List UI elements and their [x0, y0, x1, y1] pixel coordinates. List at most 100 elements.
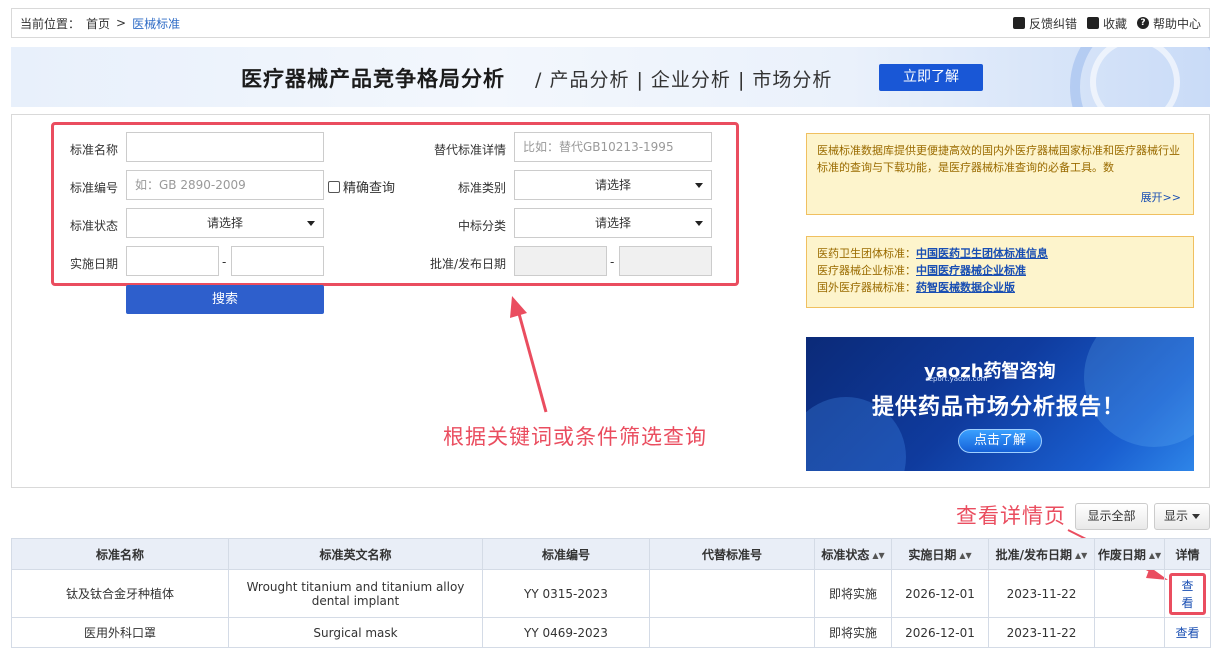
banner-subtitle: / 产品分析 | 企业分析 | 市场分析: [535, 69, 833, 91]
cell-detail: 查看: [1164, 617, 1211, 648]
cell-impl-date: 2026-12-01: [891, 617, 989, 648]
ad-brand-sub: report.yaozh.com: [926, 375, 988, 383]
feedback-label: 反馈纠错: [1028, 16, 1077, 31]
impl-date-label: 实施日期: [69, 257, 118, 271]
search-button[interactable]: 搜索: [126, 285, 324, 314]
view-detail-link[interactable]: 查看: [1175, 626, 1199, 640]
info-box: 医械标准数据库提供更便捷高效的国内外医疗器械国家标准和医疗器械行业标准的查询与下…: [806, 133, 1194, 215]
chevron-down-icon: [695, 183, 703, 188]
search-annotation: 根据关键词或条件筛选查询: [443, 425, 707, 449]
exact-query-checkbox[interactable]: 精确查询: [328, 177, 395, 196]
cell-approve-date: 2023-11-22: [988, 569, 1095, 618]
sort-icon[interactable]: ▲▼: [1149, 551, 1161, 560]
breadcrumb-home-link[interactable]: 首页: [86, 15, 110, 32]
help-center-button[interactable]: ? 帮助中心: [1136, 15, 1201, 32]
approve-date-start-input[interactable]: [514, 246, 607, 276]
category-select[interactable]: 请选择: [514, 208, 712, 238]
favorite-button[interactable]: 收藏: [1086, 15, 1127, 32]
std-no-label: 标准编号: [69, 181, 118, 195]
show-all-button[interactable]: 显示全部: [1075, 503, 1148, 530]
cell-en-name: Surgical mask: [228, 617, 483, 648]
status-header-label: 标准状态: [821, 547, 870, 562]
table-header-row: 标准名称 标准英文名称 标准编号 代替标准号 标准状态 ▲▼ 实施日期 ▲▼ 批准/…: [11, 538, 1211, 570]
std-type-select[interactable]: 请选择: [514, 170, 712, 200]
exact-query-label: 精确查询: [343, 181, 396, 196]
view-detail-link[interactable]: 查看: [1169, 572, 1206, 615]
col-header-detail: 详情: [1164, 538, 1211, 570]
display-dropdown-button[interactable]: 显示: [1154, 503, 1210, 530]
sort-icon[interactable]: ▲▼: [959, 551, 971, 560]
impl-date-start-input[interactable]: [126, 246, 219, 276]
cell-status: 即将实施: [814, 617, 892, 648]
std-name-label: 标准名称: [69, 143, 118, 157]
col-header-approve-date[interactable]: 批准/发布日期 ▲▼: [988, 538, 1095, 570]
approve-date-dash: -: [610, 255, 615, 269]
display-label: 显示: [1163, 509, 1188, 523]
standards-table: 标准名称 标准英文名称 标准编号 代替标准号 标准状态 ▲▼ 实施日期 ▲▼ 批准/…: [11, 538, 1211, 648]
help-label: 帮助中心: [1152, 16, 1201, 31]
chevron-down-icon: [1192, 514, 1200, 519]
std-name-input[interactable]: [126, 132, 324, 162]
ad-banner[interactable]: yaozh药智咨询 report.yaozh.com 提供药品市场分析报告！ 点…: [806, 337, 1194, 471]
cell-std-no: YY 0469-2023: [482, 617, 650, 648]
col-header-replace: 代替标准号: [649, 538, 815, 570]
ad-cta-button[interactable]: 点击了解: [958, 429, 1042, 453]
approve-date-end-input[interactable]: [619, 246, 712, 276]
expand-link[interactable]: 展开>>: [1141, 189, 1181, 206]
promo-banner[interactable]: 医疗器械产品竞争格局分析 / 产品分析 | 企业分析 | 市场分析 立即了解: [11, 47, 1210, 107]
related-link-3[interactable]: 药智医械数据企业版: [916, 281, 1015, 294]
std-status-value: 请选择: [206, 216, 243, 230]
category-value: 请选择: [594, 216, 631, 230]
detail-annotation: 查看详情页: [956, 504, 1066, 528]
std-status-select[interactable]: 请选择: [126, 208, 324, 238]
breadcrumb-current[interactable]: 医械标准: [132, 15, 180, 32]
help-icon: ?: [1136, 17, 1149, 29]
chevron-down-icon: [695, 221, 703, 226]
std-status-label: 标准状态: [69, 219, 118, 233]
top-bar: 当前位置： 首页 > 医械标准 反馈纠错 收藏 ? 帮助中心: [11, 8, 1210, 38]
replace-std-label: 替代标准详情: [433, 143, 506, 157]
breadcrumb: 当前位置： 首页 > 医械标准: [20, 15, 180, 32]
related-label-1: 医药卫生团体标准：: [817, 247, 916, 260]
breadcrumb-prefix: 当前位置：: [20, 16, 81, 31]
table-row: 医用外科口罩 Surgical mask YY 0469-2023 即将实施 2…: [11, 617, 1211, 648]
cell-impl-date: 2026-12-01: [891, 569, 989, 618]
cell-approve-date: 2023-11-22: [988, 617, 1095, 648]
feedback-button[interactable]: 反馈纠错: [1012, 15, 1077, 32]
ad-headline: 提供药品市场分析报告！: [872, 395, 1126, 420]
banner-decoration-inner: [1090, 47, 1180, 107]
banner-title: 医疗器械产品竞争格局分析: [241, 67, 505, 91]
edit-icon: [1012, 17, 1025, 29]
sort-icon[interactable]: ▲▼: [1075, 551, 1087, 560]
replace-std-input[interactable]: 比如：替代GB10213-1995: [514, 132, 712, 162]
breadcrumb-separator: >: [116, 16, 127, 30]
impl-date-dash: -: [222, 255, 227, 269]
checkbox-box[interactable]: [328, 180, 340, 193]
col-header-void-date[interactable]: 作废日期 ▲▼: [1094, 538, 1165, 570]
std-type-value: 请选择: [594, 178, 631, 192]
col-header-impl-date[interactable]: 实施日期 ▲▼: [891, 538, 989, 570]
cell-std-no: YY 0315-2023: [482, 569, 650, 618]
cell-en-name: Wrought titanium and titanium alloy dent…: [228, 569, 483, 618]
sort-icon[interactable]: ▲▼: [872, 551, 884, 560]
cell-replace: [649, 617, 815, 648]
related-link-row-1: 医药卫生团体标准：中国医药卫生团体标准信息: [817, 245, 1183, 262]
col-header-en-name: 标准英文名称: [228, 538, 483, 570]
cell-replace: [649, 569, 815, 618]
related-label-2: 医疗器械企业标准：: [817, 264, 916, 277]
std-no-input[interactable]: 如：GB 2890-2009: [126, 170, 324, 200]
related-link-2[interactable]: 中国医疗器械企业标准: [916, 264, 1026, 277]
related-link-1[interactable]: 中国医药卫生团体标准信息: [916, 247, 1048, 260]
related-links-box: 医药卫生团体标准：中国医药卫生团体标准信息 医疗器械企业标准：中国医疗器械企业标…: [806, 236, 1194, 308]
col-header-std-no: 标准编号: [482, 538, 650, 570]
col-header-name: 标准名称: [11, 538, 229, 570]
impl-header-label: 实施日期: [908, 547, 957, 562]
related-link-row-2: 医疗器械企业标准：中国医疗器械企业标准: [817, 262, 1183, 279]
col-header-status[interactable]: 标准状态 ▲▼: [814, 538, 892, 570]
impl-date-end-input[interactable]: [231, 246, 324, 276]
cell-name: 医用外科口罩: [11, 617, 229, 648]
cell-detail: 查看: [1164, 569, 1211, 618]
std-type-label: 标准类别: [457, 181, 506, 195]
chevron-down-icon: [307, 221, 315, 226]
banner-cta-button[interactable]: 立即了解: [879, 64, 983, 91]
